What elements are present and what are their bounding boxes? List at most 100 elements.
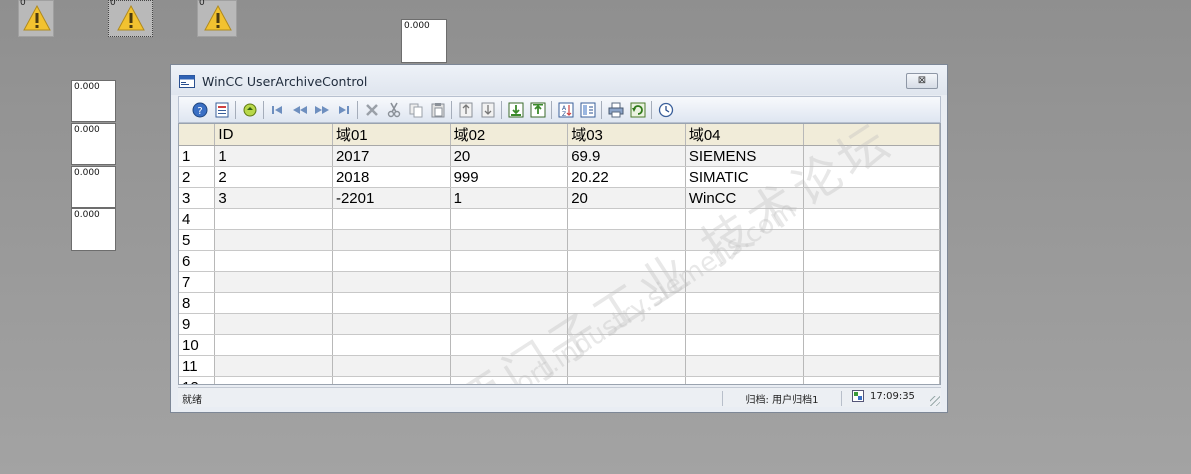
table-row[interactable]: 4 bbox=[179, 208, 940, 230]
table-cell[interactable] bbox=[567, 271, 686, 293]
export-icon[interactable] bbox=[529, 101, 547, 119]
row-number[interactable]: 11 bbox=[179, 355, 216, 377]
cut-icon[interactable] bbox=[385, 101, 403, 119]
table-cell[interactable] bbox=[567, 229, 686, 251]
first-record-icon[interactable] bbox=[269, 101, 287, 119]
row-number[interactable]: 12 bbox=[179, 376, 216, 384]
table-cell[interactable] bbox=[567, 355, 686, 377]
help-icon[interactable]: ? bbox=[191, 101, 209, 119]
output-field-4[interactable]: 0.000 bbox=[71, 208, 116, 251]
row-number[interactable]: 1 bbox=[179, 145, 216, 167]
table-cell[interactable] bbox=[685, 208, 804, 230]
table-row[interactable]: 8 bbox=[179, 292, 940, 314]
table-cell[interactable] bbox=[332, 229, 451, 251]
table-cell[interactable]: 20 bbox=[450, 145, 569, 167]
refresh-icon[interactable] bbox=[241, 101, 259, 119]
last-record-icon[interactable] bbox=[335, 101, 353, 119]
archive-grid[interactable]: ID 域01 域02 域03 域04 1 1 2017 20 69.9 SIEMENS 2 2… bbox=[178, 123, 941, 385]
table-row[interactable]: 10 bbox=[179, 334, 940, 356]
timebase-icon[interactable] bbox=[657, 101, 675, 119]
warning-indicator-3[interactable]: 0 bbox=[197, 0, 237, 37]
table-cell[interactable]: WinCC bbox=[685, 187, 804, 209]
table-cell[interactable] bbox=[332, 292, 451, 314]
table-row[interactable]: 1 1 2017 20 69.9 SIEMENS bbox=[179, 145, 940, 167]
table-cell[interactable] bbox=[685, 229, 804, 251]
table-row[interactable]: 5 bbox=[179, 229, 940, 251]
table-cell[interactable] bbox=[803, 271, 940, 293]
table-row[interactable]: 9 bbox=[179, 313, 940, 335]
table-cell[interactable] bbox=[332, 250, 451, 272]
table-cell[interactable] bbox=[567, 334, 686, 356]
table-cell[interactable] bbox=[803, 292, 940, 314]
table-cell[interactable] bbox=[803, 208, 940, 230]
table-cell[interactable] bbox=[332, 313, 451, 335]
sort-icon[interactable]: AZ bbox=[557, 101, 575, 119]
table-cell[interactable] bbox=[214, 313, 333, 335]
table-cell[interactable] bbox=[567, 313, 686, 335]
table-cell[interactable] bbox=[332, 334, 451, 356]
warning-indicator-2[interactable]: 0 bbox=[108, 0, 153, 37]
paste-icon[interactable] bbox=[429, 101, 447, 119]
table-cell[interactable] bbox=[803, 145, 940, 167]
table-cell[interactable] bbox=[332, 208, 451, 230]
table-row[interactable]: 3 3 -2201 1 20 WinCC bbox=[179, 187, 940, 209]
output-field-3[interactable]: 0.000 bbox=[71, 166, 116, 208]
table-cell[interactable] bbox=[567, 292, 686, 314]
write-tags-icon[interactable] bbox=[479, 101, 497, 119]
table-cell[interactable] bbox=[332, 376, 451, 384]
column-header-id[interactable]: ID bbox=[214, 124, 333, 146]
table-cell[interactable]: 1 bbox=[214, 145, 333, 167]
table-cell[interactable] bbox=[450, 292, 569, 314]
output-field-2[interactable]: 0.000 bbox=[71, 123, 116, 165]
config-icon[interactable] bbox=[213, 101, 231, 119]
row-number[interactable]: 7 bbox=[179, 271, 216, 293]
print-icon[interactable] bbox=[607, 101, 625, 119]
table-cell[interactable] bbox=[567, 208, 686, 230]
table-cell[interactable] bbox=[450, 313, 569, 335]
table-cell[interactable] bbox=[450, 355, 569, 377]
row-number[interactable]: 9 bbox=[179, 313, 216, 335]
table-row[interactable]: 2 2 2018 999 20.22 SIMATIC bbox=[179, 166, 940, 188]
table-row[interactable]: 6 bbox=[179, 250, 940, 272]
close-button[interactable]: ⊠ bbox=[906, 73, 938, 89]
table-cell[interactable] bbox=[332, 355, 451, 377]
table-cell[interactable] bbox=[685, 355, 804, 377]
table-cell[interactable] bbox=[685, 313, 804, 335]
table-cell[interactable] bbox=[803, 250, 940, 272]
table-cell[interactable] bbox=[803, 376, 940, 384]
table-cell[interactable] bbox=[332, 271, 451, 293]
table-cell[interactable]: 999 bbox=[450, 166, 569, 188]
table-cell[interactable] bbox=[214, 376, 333, 384]
table-row[interactable]: 7 bbox=[179, 271, 940, 293]
resize-grip[interactable] bbox=[930, 396, 940, 406]
table-cell[interactable]: 20 bbox=[567, 187, 686, 209]
previous-record-icon[interactable] bbox=[291, 101, 309, 119]
table-cell[interactable]: SIEMENS bbox=[685, 145, 804, 167]
row-number[interactable]: 6 bbox=[179, 250, 216, 272]
row-number[interactable]: 5 bbox=[179, 229, 216, 251]
title-bar[interactable]: WinCC UserArchiveControl ⊠ bbox=[171, 65, 947, 95]
table-cell[interactable] bbox=[214, 292, 333, 314]
table-cell[interactable] bbox=[685, 376, 804, 384]
import-icon[interactable] bbox=[507, 101, 525, 119]
next-record-icon[interactable] bbox=[313, 101, 331, 119]
table-cell[interactable] bbox=[214, 229, 333, 251]
table-cell[interactable] bbox=[450, 250, 569, 272]
table-cell[interactable] bbox=[685, 334, 804, 356]
table-cell[interactable] bbox=[685, 250, 804, 272]
row-number[interactable]: 8 bbox=[179, 292, 216, 314]
warning-indicator-1[interactable]: 0 bbox=[18, 0, 54, 37]
table-cell[interactable]: 2 bbox=[214, 166, 333, 188]
output-field-top[interactable]: 0.000 bbox=[401, 19, 447, 63]
row-number[interactable]: 2 bbox=[179, 166, 216, 188]
table-cell[interactable]: 3 bbox=[214, 187, 333, 209]
column-header-field01[interactable]: 域01 bbox=[332, 124, 451, 146]
row-number[interactable]: 4 bbox=[179, 208, 216, 230]
column-header-field04[interactable]: 域04 bbox=[685, 124, 804, 146]
table-cell[interactable]: 2017 bbox=[332, 145, 451, 167]
table-cell[interactable] bbox=[685, 292, 804, 314]
table-cell[interactable]: 2018 bbox=[332, 166, 451, 188]
table-row[interactable]: 11 bbox=[179, 355, 940, 377]
column-header-field02[interactable]: 域02 bbox=[450, 124, 569, 146]
table-cell[interactable] bbox=[567, 376, 686, 384]
